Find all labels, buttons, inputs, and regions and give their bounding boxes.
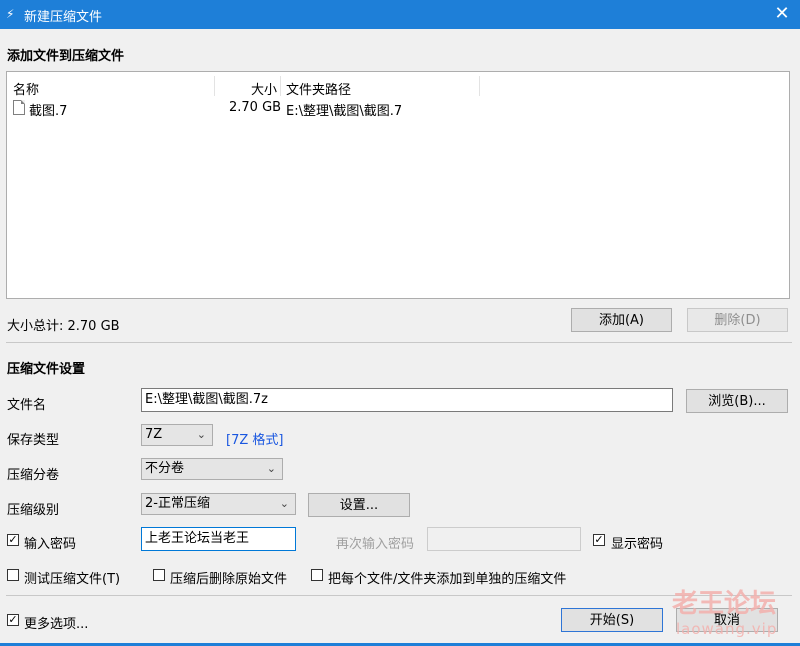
password-label: 输入密码 — [24, 537, 77, 552]
filename-label: 文件名 — [7, 398, 47, 413]
column-separator[interactable] — [280, 76, 281, 96]
password-checkbox[interactable]: ✓ — [7, 534, 19, 546]
add-button[interactable]: 添加(A) — [571, 308, 672, 332]
test-archive-checkbox[interactable] — [7, 569, 19, 581]
format-link[interactable]: [7Z 格式] — [226, 429, 283, 448]
filename-input[interactable]: E:\整理\截图\截图.7z — [141, 388, 673, 412]
app-icon: ⚡ — [6, 7, 15, 21]
file-row[interactable]: 截图.7 2.70 GB E:\整理\截图\截图.7 — [7, 98, 789, 119]
separate-archives-label: 把每个文件/文件夹添加到单独的压缩文件 — [328, 572, 567, 587]
close-icon[interactable]: ✕ — [770, 2, 794, 26]
more-options-label[interactable]: 更多选项... — [24, 613, 88, 632]
delete-button[interactable]: 删除(D) — [687, 308, 788, 332]
settings-button[interactable]: 设置... — [308, 493, 410, 517]
reenter-password-label: 再次输入密码 — [336, 537, 415, 552]
column-separator[interactable] — [214, 76, 215, 96]
column-header-name[interactable]: 名称 — [13, 79, 39, 98]
password-input[interactable]: 上老王论坛当老王 — [141, 527, 296, 551]
watermark-text: 老王论坛 — [672, 589, 777, 619]
section-divider — [6, 342, 792, 343]
volume-value: 不分卷 — [145, 461, 185, 476]
browse-button[interactable]: 浏览(B)... — [686, 389, 788, 413]
chevron-down-icon: ⌄ — [279, 497, 289, 510]
window-title: 新建压缩文件 — [24, 10, 103, 25]
test-archive-label: 测试压缩文件(T) — [24, 572, 121, 587]
chevron-down-icon: ⌄ — [196, 428, 206, 441]
level-value: 2-正常压缩 — [145, 496, 210, 511]
level-select[interactable]: 2-正常压缩 ⌄ — [141, 493, 296, 515]
column-separator[interactable] — [479, 76, 480, 96]
separate-archives-checkbox[interactable] — [311, 569, 323, 581]
file-name: 截图.7 — [29, 104, 68, 119]
save-type-value: 7Z — [145, 427, 163, 442]
settings-section-heading: 压缩文件设置 — [7, 362, 86, 377]
show-password-checkbox[interactable]: ✓ — [593, 534, 605, 546]
file-list[interactable]: 名称 大小 文件夹路径 截图.7 2.70 GB E:\整理\截图\截图.7 — [6, 71, 790, 299]
add-section-heading: 添加文件到压缩文件 — [7, 49, 125, 64]
file-path: E:\整理\截图\截图.7 — [286, 104, 403, 119]
column-header-size[interactable]: 大小 — [251, 79, 277, 98]
delete-after-checkbox[interactable] — [153, 569, 165, 581]
save-type-select[interactable]: 7Z ⌄ — [141, 424, 213, 446]
more-options-checkbox[interactable]: ✓ — [7, 614, 19, 626]
file-size: 2.70 GB — [229, 100, 282, 115]
volume-select[interactable]: 不分卷 ⌄ — [141, 458, 283, 480]
title-bar: ⚡ 新建压缩文件 ✕ — [0, 0, 800, 29]
start-button[interactable]: 开始(S) — [561, 608, 663, 632]
column-header-path[interactable]: 文件夹路径 — [286, 79, 351, 98]
watermark-url: laowang.vip — [676, 620, 778, 638]
delete-after-label: 压缩后删除原始文件 — [170, 572, 288, 587]
file-icon — [13, 100, 25, 115]
show-password-label: 显示密码 — [611, 537, 664, 552]
chevron-down-icon: ⌄ — [266, 462, 276, 475]
size-total: 大小总计: 2.70 GB — [7, 319, 120, 334]
volume-label: 压缩分卷 — [7, 468, 60, 483]
save-type-label: 保存类型 — [7, 433, 60, 448]
level-label: 压缩级别 — [7, 503, 60, 518]
reenter-password-input[interactable] — [427, 527, 581, 551]
